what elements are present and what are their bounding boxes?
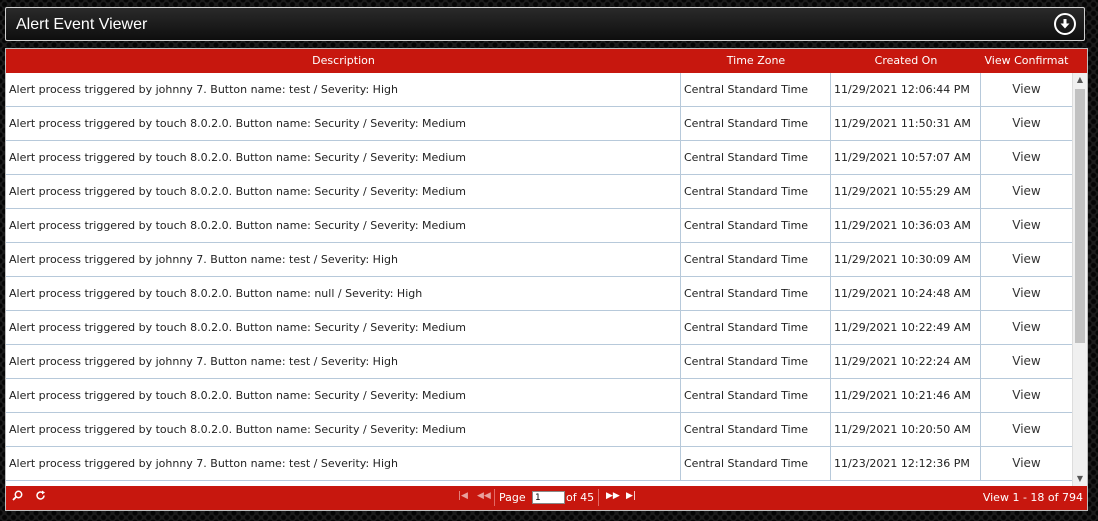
scroll-down-arrow-icon[interactable]: ▼ [1073,472,1087,486]
time-zone-cell: Central Standard Time [681,107,831,140]
view-link[interactable]: View [981,413,1072,446]
column-header-view-confirmation[interactable]: View Confirmat [981,49,1072,73]
window-title: Alert Event Viewer [16,16,148,33]
page-label: Page [499,491,526,504]
previous-page-icon[interactable]: ◀◀ [477,491,491,501]
last-page-icon[interactable]: ▶| [626,491,636,501]
created-on-cell: 11/29/2021 10:30:09 AM [831,243,981,276]
scroll-up-arrow-icon[interactable]: ▲ [1073,73,1087,87]
time-zone-cell: Central Standard Time [681,175,831,208]
description-cell: Alert process triggered by touch 8.0.2.0… [6,175,681,208]
description-cell: Alert process triggered by touch 8.0.2.0… [6,107,681,140]
created-on-cell: 11/29/2021 10:55:29 AM [831,175,981,208]
pager-separator [494,489,495,506]
time-zone-cell: Central Standard Time [681,277,831,310]
created-on-cell: 11/29/2021 10:24:48 AM [831,277,981,310]
table-row: Alert process triggered by johnny 7. But… [6,345,1072,379]
description-cell: Alert process triggered by touch 8.0.2.0… [6,209,681,242]
title-bar: Alert Event Viewer [5,7,1085,41]
view-link[interactable]: View [981,175,1072,208]
created-on-cell: 11/29/2021 10:57:07 AM [831,141,981,174]
table-row: Alert process triggered by touch 8.0.2.0… [6,141,1072,175]
time-zone-cell: Central Standard Time [681,413,831,446]
created-on-cell: 11/29/2021 11:50:31 AM [831,107,981,140]
time-zone-cell: Central Standard Time [681,311,831,344]
view-link[interactable]: View [981,209,1072,242]
time-zone-cell: Central Standard Time [681,73,831,106]
first-page-icon[interactable]: |◀ [458,491,468,501]
grid-rows: Alert process triggered by johnny 7. But… [6,73,1072,481]
created-on-cell: 11/29/2021 12:06:44 PM [831,73,981,106]
description-cell: Alert process triggered by johnny 7. But… [6,345,681,378]
download-button[interactable] [1054,13,1076,35]
time-zone-cell: Central Standard Time [681,243,831,276]
description-cell: Alert process triggered by touch 8.0.2.0… [6,141,681,174]
created-on-cell: 11/29/2021 10:20:50 AM [831,413,981,446]
column-header-created-on[interactable]: Created On [831,49,981,73]
column-header-time-zone[interactable]: Time Zone [681,49,831,73]
table-row: Alert process triggered by touch 8.0.2.0… [6,379,1072,413]
scroll-thumb[interactable] [1075,89,1085,343]
view-link[interactable]: View [981,345,1072,378]
refresh-icon[interactable] [35,490,46,504]
table-row: Alert process triggered by johnny 7. But… [6,73,1072,107]
view-link[interactable]: View [981,243,1072,276]
pager-separator [598,489,599,506]
created-on-cell: 11/29/2021 10:22:24 AM [831,345,981,378]
pager-bar: |◀ ◀◀ Page of 45 ▶▶ ▶| View 1 - 18 of 79… [6,486,1087,510]
description-cell: Alert process triggered by touch 8.0.2.0… [6,379,681,412]
next-page-icon[interactable]: ▶▶ [606,491,620,501]
time-zone-cell: Central Standard Time [681,209,831,242]
record-count: View 1 - 18 of 794 [982,491,1083,504]
page-number-input[interactable] [532,491,565,504]
time-zone-cell: Central Standard Time [681,379,831,412]
view-link[interactable]: View [981,379,1072,412]
download-circle-icon [1060,19,1070,29]
created-on-cell: 11/29/2021 10:22:49 AM [831,311,981,344]
grid-body: Alert process triggered by johnny 7. But… [6,73,1087,486]
column-header-description[interactable]: Description [6,49,681,73]
grid-header: Description Time Zone Created On View Co… [6,49,1087,73]
alert-grid: Description Time Zone Created On View Co… [5,48,1088,511]
table-row: Alert process triggered by touch 8.0.2.0… [6,175,1072,209]
view-link[interactable]: View [981,73,1072,106]
table-row: Alert process triggered by touch 8.0.2.0… [6,209,1072,243]
created-on-cell: 11/23/2021 12:12:36 PM [831,447,981,480]
vertical-scrollbar[interactable]: ▲ ▼ [1072,73,1087,486]
view-link[interactable]: View [981,447,1072,480]
table-row: Alert process triggered by touch 8.0.2.0… [6,311,1072,345]
page-total: of 45 [566,491,595,504]
description-cell: Alert process triggered by touch 8.0.2.0… [6,413,681,446]
time-zone-cell: Central Standard Time [681,141,831,174]
description-cell: Alert process triggered by touch 8.0.2.0… [6,311,681,344]
view-link[interactable]: View [981,141,1072,174]
table-row: Alert process triggered by touch 8.0.2.0… [6,277,1072,311]
view-link[interactable]: View [981,277,1072,310]
table-row: Alert process triggered by touch 8.0.2.0… [6,107,1072,141]
time-zone-cell: Central Standard Time [681,345,831,378]
table-row: Alert process triggered by johnny 7. But… [6,243,1072,277]
description-cell: Alert process triggered by johnny 7. But… [6,447,681,480]
table-row: Alert process triggered by touch 8.0.2.0… [6,413,1072,447]
time-zone-cell: Central Standard Time [681,447,831,480]
description-cell: Alert process triggered by touch 8.0.2.0… [6,277,681,310]
description-cell: Alert process triggered by johnny 7. But… [6,73,681,106]
search-icon[interactable] [12,490,23,504]
created-on-cell: 11/29/2021 10:36:03 AM [831,209,981,242]
created-on-cell: 11/29/2021 10:21:46 AM [831,379,981,412]
view-link[interactable]: View [981,311,1072,344]
view-link[interactable]: View [981,107,1072,140]
table-row: Alert process triggered by johnny 7. But… [6,447,1072,481]
description-cell: Alert process triggered by johnny 7. But… [6,243,681,276]
